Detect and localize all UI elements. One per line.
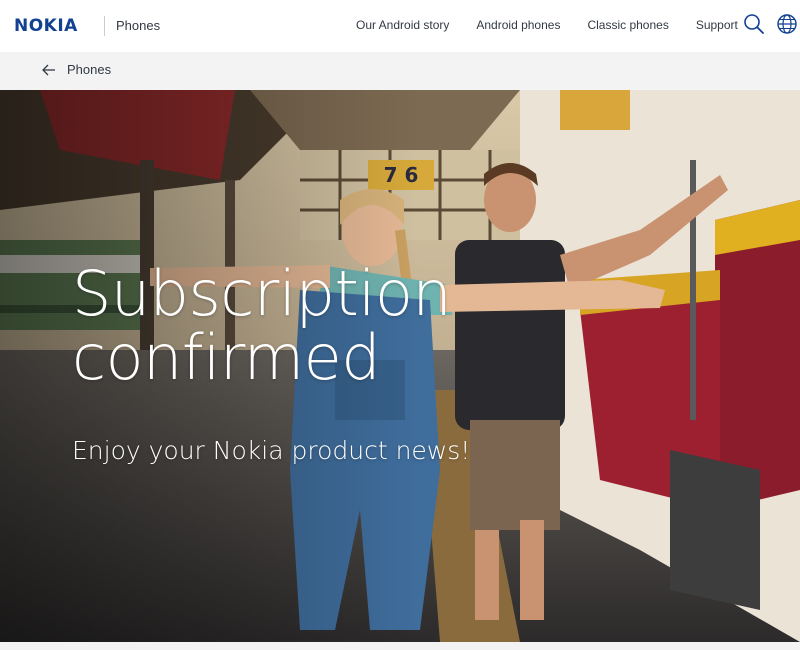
nokia-logo[interactable]: NOKIA: [14, 16, 78, 36]
search-icon[interactable]: [743, 13, 765, 35]
hero-title-line-1: Subscription: [72, 257, 452, 330]
nav-support[interactable]: Support: [696, 18, 738, 32]
arrow-left-icon: [42, 64, 55, 75]
nav-our-android-story[interactable]: Our Android story: [356, 18, 449, 32]
section-name[interactable]: Phones: [116, 18, 160, 33]
nav-android-phones[interactable]: Android phones: [476, 18, 560, 32]
main-nav: Our Android story Android phones Classic…: [356, 18, 765, 32]
breadcrumb-label: Phones: [67, 62, 112, 77]
hero-title-line-2: confirmed: [72, 321, 381, 394]
breadcrumb-back-link[interactable]: Phones: [42, 62, 111, 77]
hero-title: Subscription confirmed: [72, 257, 452, 394]
nav-classic-phones[interactable]: Classic phones: [587, 18, 668, 32]
logo-divider: [104, 16, 105, 36]
breadcrumb-bar: Phones: [0, 52, 800, 90]
page-bottom-strip: [0, 642, 800, 650]
globe-icon[interactable]: [776, 13, 798, 35]
site-header: NOKIA Phones Our Android story Android p…: [0, 0, 800, 52]
hero-subtitle: Enjoy your Nokia product news!: [72, 436, 471, 465]
hero-banner: 7 6: [0, 90, 800, 642]
